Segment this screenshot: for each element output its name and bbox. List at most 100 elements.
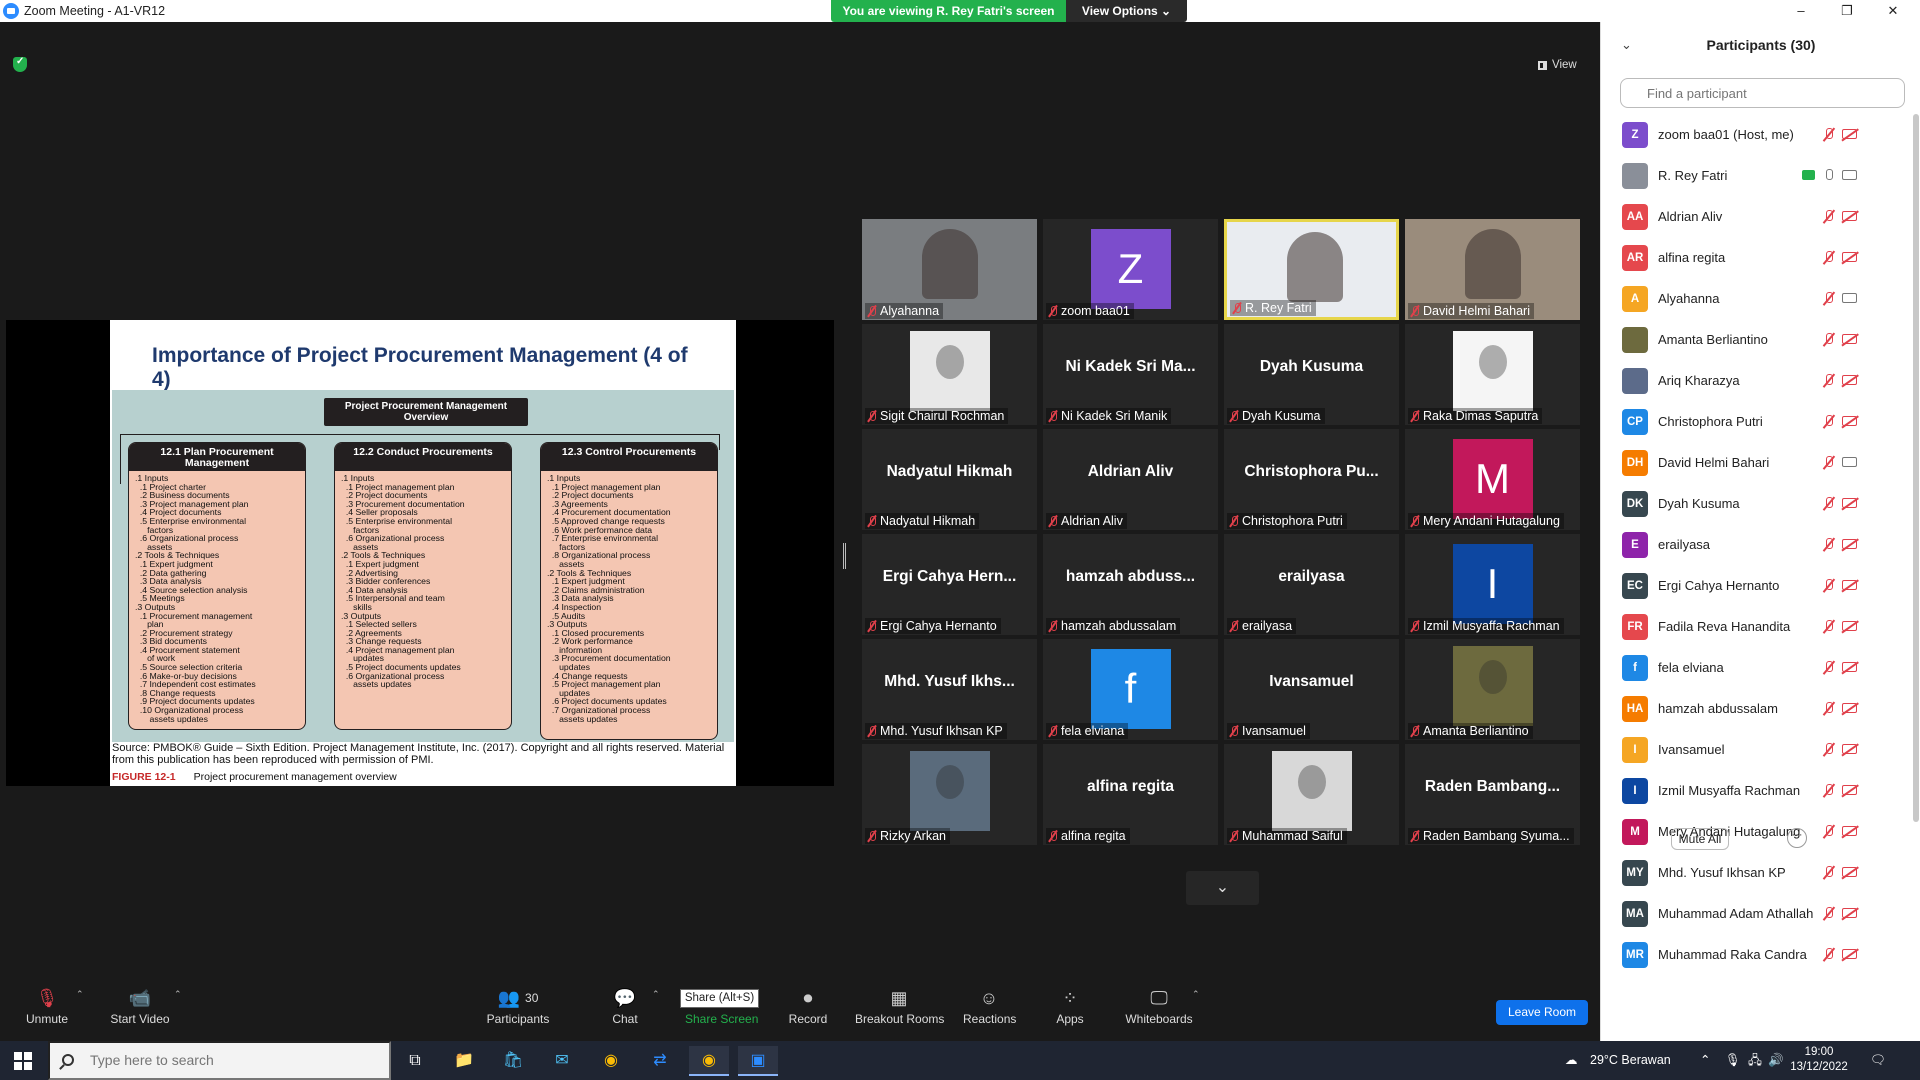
- video-tile[interactable]: Aldrian Aliv Aldrian Aliv: [1043, 429, 1218, 530]
- microphone-muted-icon[interactable]: [1823, 250, 1835, 265]
- video-tile[interactable]: Rizky Arkan: [862, 744, 1037, 845]
- leave-room-button[interactable]: Leave Room: [1496, 1000, 1588, 1025]
- microphone-muted-icon[interactable]: [1823, 291, 1835, 306]
- chat-options-caret-icon[interactable]: ⌃: [652, 989, 660, 1000]
- camera-off-icon[interactable]: [1842, 416, 1857, 426]
- microphone-muted-icon[interactable]: [1823, 742, 1835, 757]
- video-tile[interactable]: Raden Bambang... Raden Bambang Syuma...: [1405, 744, 1580, 845]
- camera-icon[interactable]: [1842, 170, 1857, 180]
- microphone-muted-icon[interactable]: [1823, 619, 1835, 634]
- camera-off-icon[interactable]: [1842, 703, 1857, 713]
- microphone-muted-icon[interactable]: [1823, 783, 1835, 798]
- view-button[interactable]: View: [1538, 54, 1588, 76]
- mail-icon[interactable]: ✉: [542, 1046, 582, 1076]
- participants-button[interactable]: 👥 30 Participants: [485, 987, 551, 1026]
- participant-row[interactable]: AA Aldrian Aliv: [1601, 196, 1911, 237]
- video-tile[interactable]: David Helmi Bahari: [1405, 219, 1580, 320]
- camera-off-icon[interactable]: [1842, 826, 1857, 836]
- view-options-button[interactable]: View Options ⌄: [1066, 0, 1187, 22]
- whiteboards-button[interactable]: 🖵 Whiteboards ⌃: [1125, 987, 1199, 1026]
- weather-icon[interactable]: ☁: [1565, 1041, 1578, 1080]
- video-tile[interactable]: Ergi Cahya Hern... Ergi Cahya Hernanto: [862, 534, 1037, 635]
- store-icon[interactable]: 🛍: [493, 1046, 533, 1076]
- collapse-chevron-icon[interactable]: ⌄: [1621, 22, 1632, 68]
- camera-off-icon[interactable]: [1842, 211, 1857, 221]
- shared-screen[interactable]: Importance of Project Procurement Manage…: [6, 320, 834, 786]
- microphone-muted-icon[interactable]: [1823, 496, 1835, 511]
- camera-off-icon[interactable]: [1842, 908, 1857, 918]
- splitter-handle[interactable]: [843, 543, 846, 569]
- microphone-muted-icon[interactable]: [1823, 660, 1835, 675]
- network-icon[interactable]: 🖧: [1748, 1041, 1762, 1080]
- file-explorer-icon[interactable]: 📁: [444, 1046, 484, 1076]
- teamviewer-icon[interactable]: ⇄: [640, 1046, 680, 1076]
- camera-icon[interactable]: [1842, 293, 1857, 303]
- encryption-shield-icon[interactable]: [13, 56, 27, 72]
- participant-row[interactable]: EC Ergi Cahya Hernanto: [1601, 565, 1911, 606]
- more-options-button[interactable]: ···: [1787, 828, 1807, 848]
- video-tile[interactable]: R. Rey Fatri: [1224, 219, 1399, 320]
- next-page-button[interactable]: ⌄: [1186, 871, 1259, 905]
- camera-icon[interactable]: [1842, 457, 1857, 467]
- camera-off-icon[interactable]: [1842, 785, 1857, 795]
- video-tile[interactable]: Dyah Kusuma Dyah Kusuma: [1224, 324, 1399, 425]
- microphone-icon[interactable]: [1823, 168, 1835, 183]
- participant-row[interactable]: HA hamzah abdussalam: [1601, 688, 1911, 729]
- participant-row[interactable]: M Mery Andani Hutagalung: [1601, 811, 1911, 852]
- weather-label[interactable]: 29°C Berawan: [1590, 1041, 1671, 1080]
- participant-row[interactable]: DH David Helmi Bahari: [1601, 442, 1911, 483]
- participant-row[interactable]: Ariq Kharazya: [1601, 360, 1911, 401]
- video-tile[interactable]: Ivansamuel Ivansamuel: [1224, 639, 1399, 740]
- video-tile[interactable]: Nadyatul Hikmah Nadyatul Hikmah: [862, 429, 1037, 530]
- camera-off-icon[interactable]: [1842, 252, 1857, 262]
- audio-options-caret-icon[interactable]: ⌃: [76, 989, 84, 1000]
- video-tile[interactable]: erailyasa erailyasa: [1224, 534, 1399, 635]
- zoom-taskbar-icon[interactable]: ▣: [738, 1046, 778, 1076]
- video-options-caret-icon[interactable]: ⌃: [174, 989, 182, 1000]
- task-view-icon[interactable]: ⧉: [395, 1046, 435, 1076]
- microphone-muted-icon[interactable]: [1823, 373, 1835, 388]
- microphone-muted-icon[interactable]: [1823, 455, 1835, 470]
- maximize-button[interactable]: ❐: [1824, 0, 1870, 22]
- camera-off-icon[interactable]: [1842, 539, 1857, 549]
- microphone-muted-icon[interactable]: [1823, 865, 1835, 880]
- reactions-button[interactable]: ☺ Reactions: [963, 987, 1016, 1026]
- tray-mic-icon[interactable]: 🎙: [1725, 1041, 1741, 1080]
- participant-row[interactable]: Zzoom baa01 (Host, me): [1601, 114, 1911, 155]
- camera-off-icon[interactable]: [1842, 375, 1857, 385]
- chat-button[interactable]: 💬 Chat ⌃: [612, 987, 659, 1026]
- participant-search-input[interactable]: [1620, 78, 1905, 108]
- participant-row[interactable]: I Ivansamuel: [1601, 729, 1911, 770]
- notification-icon[interactable]: 🗨: [1870, 1041, 1886, 1080]
- video-tile[interactable]: Alyahanna: [862, 219, 1037, 320]
- microphone-muted-icon[interactable]: [1823, 824, 1835, 839]
- microphone-muted-icon[interactable]: [1823, 537, 1835, 552]
- video-tile[interactable]: hamzah abduss... hamzah abdussalam: [1043, 534, 1218, 635]
- participant-row[interactable]: Eerailyasa: [1601, 524, 1911, 565]
- participant-row[interactable]: FR Fadila Reva Hanandita: [1601, 606, 1911, 647]
- participant-row[interactable]: A Alyahanna: [1601, 278, 1911, 319]
- camera-off-icon[interactable]: [1842, 949, 1857, 959]
- participant-row[interactable]: MR Muhammad Raka Candra: [1601, 934, 1911, 975]
- video-tile[interactable]: Raka Dimas Saputra: [1405, 324, 1580, 425]
- microphone-muted-icon[interactable]: [1823, 947, 1835, 962]
- apps-button[interactable]: ⁘ Apps: [1055, 987, 1085, 1026]
- mute-all-button[interactable]: Mute All: [1671, 828, 1729, 850]
- video-tile[interactable]: f fela elviana: [1043, 639, 1218, 740]
- video-tile[interactable]: Amanta Berliantino: [1405, 639, 1580, 740]
- video-tile[interactable]: Christophora Pu... Christophora Putri: [1224, 429, 1399, 530]
- video-tile[interactable]: alfina regita alfina regita: [1043, 744, 1218, 845]
- taskbar-search-input[interactable]: [48, 1041, 391, 1080]
- microphone-muted-icon[interactable]: [1823, 209, 1835, 224]
- volume-icon[interactable]: 🔊: [1768, 1041, 1784, 1080]
- tray-expand-icon[interactable]: ⌃: [1700, 1041, 1710, 1080]
- video-tile[interactable]: Mhd. Yusuf Ikhs... Mhd. Yusuf Ikhsan KP: [862, 639, 1037, 740]
- participant-row[interactable]: R. Rey Fatri: [1601, 155, 1911, 196]
- taskbar-clock[interactable]: 19:00 13/12/2022: [1785, 1045, 1853, 1075]
- microphone-muted-icon[interactable]: [1823, 332, 1835, 347]
- video-tile[interactable]: Ni Kadek Sri Ma... Ni Kadek Sri Manik: [1043, 324, 1218, 425]
- start-video-button[interactable]: 📹 Start Video ⌃: [108, 987, 181, 1026]
- camera-off-icon[interactable]: [1842, 334, 1857, 344]
- breakout-rooms-button[interactable]: ▦ Breakout Rooms: [855, 987, 944, 1026]
- participant-row[interactable]: MY Mhd. Yusuf Ikhsan KP: [1601, 852, 1911, 893]
